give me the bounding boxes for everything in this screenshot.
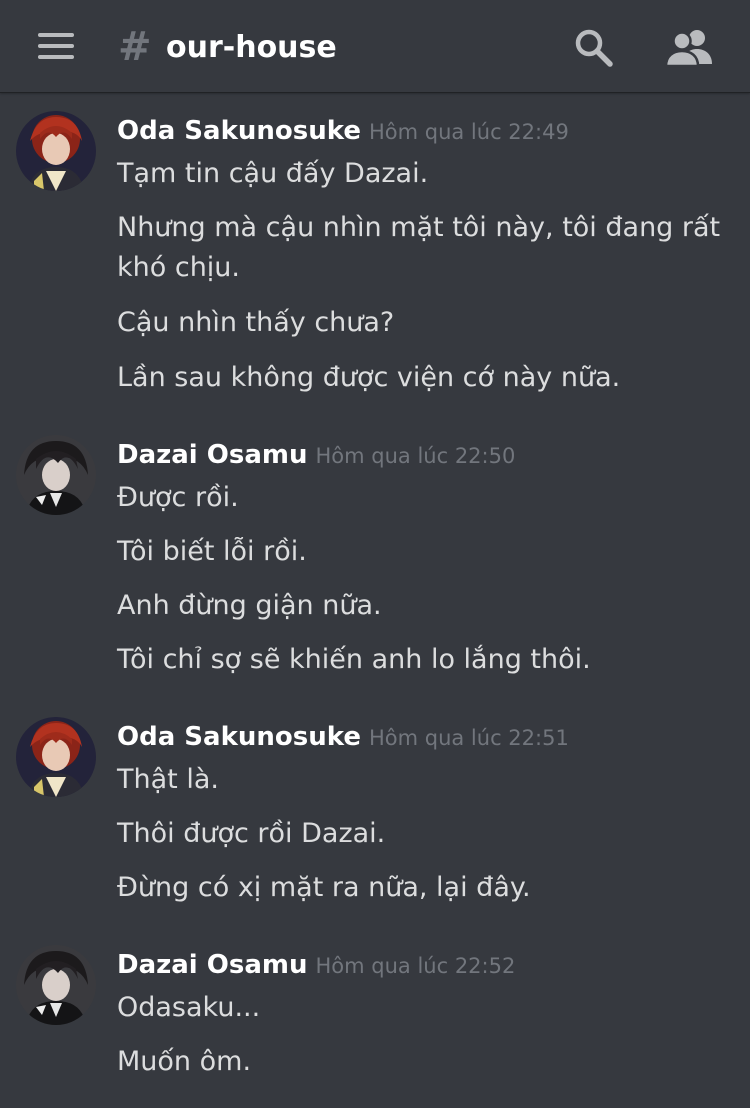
- message-author[interactable]: Dazai Osamu Hôm qua lúc 22:52: [117, 947, 515, 984]
- oda-avatar[interactable]: [16, 717, 96, 797]
- message-author[interactable]: Oda Sakunosuke Hôm qua lúc 22:49: [117, 113, 569, 150]
- author-name[interactable]: Oda Sakunosuke: [117, 722, 361, 752]
- message-text: Tôi biết lỗi rồi.: [117, 536, 307, 567]
- menu-icon[interactable]: [38, 33, 74, 61]
- message-timestamp: Hôm qua lúc 22:52: [315, 954, 516, 978]
- message-timestamp: Hôm qua lúc 22:51: [368, 726, 569, 750]
- author-name[interactable]: Dazai Osamu: [117, 950, 308, 980]
- message-text: Tạm tin cậu đấy Dazai.: [117, 158, 429, 189]
- message-author[interactable]: Oda Sakunosuke Hôm qua lúc 22:51: [117, 719, 569, 756]
- oda-avatar[interactable]: [16, 111, 96, 191]
- dazai-avatar[interactable]: [16, 945, 96, 1025]
- message-text: Odasaku...: [117, 992, 261, 1023]
- author-name[interactable]: Dazai Osamu: [117, 440, 308, 470]
- channel-header: # our-house: [0, 0, 750, 93]
- channel-name: our-house: [166, 30, 337, 65]
- message-text: Nhưng mà cậu nhìn mặt tôi này, tôi đang …: [117, 212, 721, 283]
- message-text: Muốn ôm.: [117, 1046, 252, 1077]
- message-author[interactable]: Dazai Osamu Hôm qua lúc 22:50: [117, 437, 515, 474]
- message-timestamp: Hôm qua lúc 22:50: [315, 444, 516, 468]
- message-text: Đừng có xị mặt ra nữa, lại đây.: [117, 872, 531, 903]
- dazai-avatar[interactable]: [16, 435, 96, 515]
- message-text: Thật là.: [117, 764, 219, 795]
- message-text: Thôi được rồi Dazai.: [117, 818, 386, 849]
- message-text: Anh đừng giận nữa.: [117, 590, 382, 621]
- channel-hash-icon: #: [118, 24, 152, 70]
- message-text: Được rồi.: [117, 482, 239, 513]
- search-icon[interactable]: [572, 26, 616, 70]
- author-name[interactable]: Oda Sakunosuke: [117, 116, 361, 146]
- members-icon[interactable]: [664, 26, 716, 70]
- message-text: Tôi chỉ sợ sẽ khiến anh lo lắng thôi.: [117, 644, 591, 675]
- message-timestamp: Hôm qua lúc 22:49: [368, 120, 569, 144]
- message-text: Cậu nhìn thấy chưa?: [117, 307, 395, 338]
- message-text: Lần sau không được viện cớ này nữa.: [117, 362, 621, 393]
